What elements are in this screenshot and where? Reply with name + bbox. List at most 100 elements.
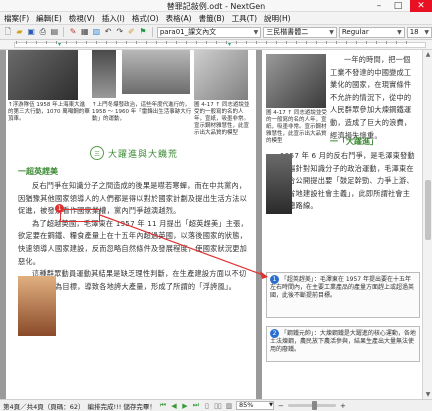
undo-icon[interactable]: ↶	[103, 27, 113, 37]
ruler-tick	[136, 41, 137, 44]
ruler-tick	[196, 41, 197, 44]
menu-table[interactable]: 表格(A)	[166, 13, 192, 24]
window-title: 替罪記敍例.odt - NextGen	[166, 2, 266, 11]
chevron-down-icon: ▼	[269, 402, 273, 408]
ruler-tick	[46, 41, 47, 44]
ruler-tick	[266, 41, 267, 44]
ruler-tick	[116, 41, 117, 44]
toolbar: 🗋 ▰ ▣ ⎙ ▤ ✎ ▦ ▨ ↶ ↷ ✐ ⚑ para01_課文內文 ▼ 三民楷…	[0, 25, 432, 40]
next-page-icon[interactable]: ▶	[181, 402, 189, 410]
chevron-down-icon: ▼	[329, 28, 334, 36]
font-weight-select[interactable]: Regular ▼	[338, 26, 405, 38]
print-icon[interactable]: ⎙	[38, 27, 48, 37]
ruler-tick	[146, 41, 147, 44]
save-icon[interactable]: ▣	[26, 27, 36, 37]
ruler-tick	[356, 41, 357, 44]
scroll-up-icon[interactable]: ▲	[423, 51, 432, 58]
ruler-tick	[396, 41, 397, 44]
document-canvas[interactable]: ↑浮游隊伍 1958 年上海東大進的第三大行動，1070 萬噸鋼的華頂車。 ↑上…	[0, 50, 432, 399]
ruler-tick	[36, 41, 37, 44]
zoom-slider-knob[interactable]	[311, 401, 317, 410]
ruler-tick	[296, 41, 297, 44]
minimize-button[interactable]: –	[370, 0, 388, 12]
two-page-icon[interactable]: ▯▯	[214, 402, 222, 410]
ruler-tick	[326, 41, 327, 44]
status-bar: 第4頁／共4頁（頁碼：62） 編排完成!!! 儲存完畢！ ⏮ ◀ ▶ ⏭ ▯ ▯…	[0, 399, 432, 411]
scroll-thumb[interactable]	[425, 180, 431, 240]
annotation-arrow	[99, 214, 268, 279]
ruler-tick	[16, 41, 17, 44]
paint-icon[interactable]: ✎	[68, 27, 78, 37]
ruler-tick	[106, 41, 107, 44]
ruler-tick	[256, 41, 257, 44]
ruler-tick	[306, 41, 307, 44]
font-size-value: 18	[409, 27, 419, 36]
paragraph-style-select[interactable]: para01_課文內文 ▼	[156, 26, 262, 38]
title-bar: 替罪記敍例.odt - NextGen – □ ✕	[0, 0, 432, 12]
ruler-tick	[316, 41, 317, 44]
horizontal-ruler[interactable]: ▾ ▾	[0, 40, 432, 50]
indent-marker-icon[interactable]: ▾	[228, 41, 231, 48]
menu-bookmark[interactable]: 書籤(B)	[199, 13, 225, 24]
ruler-tick	[366, 41, 367, 44]
first-page-icon[interactable]: ⏮	[159, 401, 167, 410]
arrow-head	[260, 271, 268, 279]
maximize-button[interactable]: □	[389, 0, 407, 12]
new-document-icon[interactable]: 🗋	[3, 27, 13, 37]
ruler-tick	[166, 41, 167, 44]
ruler-tick	[236, 41, 237, 44]
pen-icon[interactable]: ✐	[127, 27, 137, 37]
ruler-tick	[76, 41, 77, 44]
prev-page-icon[interactable]: ◀	[170, 402, 178, 410]
chevron-down-icon: ▼	[424, 28, 430, 36]
zoom-select[interactable]: 85% ▼	[235, 401, 274, 410]
menu-insert[interactable]: 插入(I)	[102, 13, 125, 24]
flag-icon[interactable]: ⚑	[138, 27, 148, 37]
book-view-icon[interactable]: ▥	[225, 402, 233, 410]
zoom-out-icon[interactable]: −	[277, 402, 285, 410]
scroll-down-icon[interactable]: ▼	[423, 391, 432, 398]
single-page-icon[interactable]: ▯	[203, 402, 211, 410]
zoom-in-icon[interactable]: +	[339, 402, 347, 410]
ruler-tick	[346, 41, 347, 44]
toolbar-divider	[151, 27, 153, 37]
preview-icon[interactable]: ▤	[50, 27, 60, 37]
menu-view[interactable]: 檢視(V)	[69, 13, 95, 24]
ruler-tick	[86, 41, 87, 44]
menu-help[interactable]: 說明(H)	[264, 13, 291, 24]
menu-file[interactable]: 檔案(F)	[4, 13, 29, 24]
ruler-tick	[336, 41, 337, 44]
ruler-tick	[56, 41, 57, 44]
ruler-tick	[66, 41, 67, 44]
paragraph-style-value: para01_課文內文	[159, 27, 217, 36]
ruler-tick	[126, 41, 127, 44]
image-icon[interactable]: ▨	[92, 27, 102, 37]
ruler-tick	[186, 41, 187, 44]
ruler-tick	[156, 41, 157, 44]
menu-edit[interactable]: 編輯(E)	[36, 13, 62, 24]
font-weight-value: Regular	[341, 27, 369, 36]
ruler-tick	[246, 41, 247, 44]
menu-tools[interactable]: 工具(T)	[232, 13, 257, 24]
ruler-tick	[226, 41, 227, 44]
open-folder-icon[interactable]: ▰	[15, 27, 25, 37]
last-page-icon[interactable]: ⏭	[192, 401, 200, 410]
redo-icon[interactable]: ↷	[115, 27, 125, 37]
table-icon[interactable]: ▦	[80, 27, 90, 37]
font-family-select[interactable]: 三民楷書體二 ▼	[263, 26, 337, 38]
ruler-tick	[286, 41, 287, 44]
menu-format[interactable]: 格式(O)	[132, 13, 159, 24]
chevron-down-icon: ▼	[397, 28, 402, 36]
indent-marker-icon[interactable]: ▾	[58, 41, 61, 48]
ruler-tick	[406, 41, 407, 44]
arrow-line	[99, 214, 267, 277]
close-button[interactable]: ✕	[410, 0, 432, 12]
ruler-tick	[386, 41, 387, 44]
vertical-scrollbar[interactable]: ▲ ▼	[422, 50, 432, 399]
ruler-tick	[176, 41, 177, 44]
ruler-tick	[276, 41, 277, 44]
zoom-slider[interactable]	[287, 401, 336, 410]
ruler-tick	[216, 41, 217, 44]
font-size-select[interactable]: 18 ▼	[406, 26, 432, 38]
ruler-tick	[26, 41, 27, 44]
